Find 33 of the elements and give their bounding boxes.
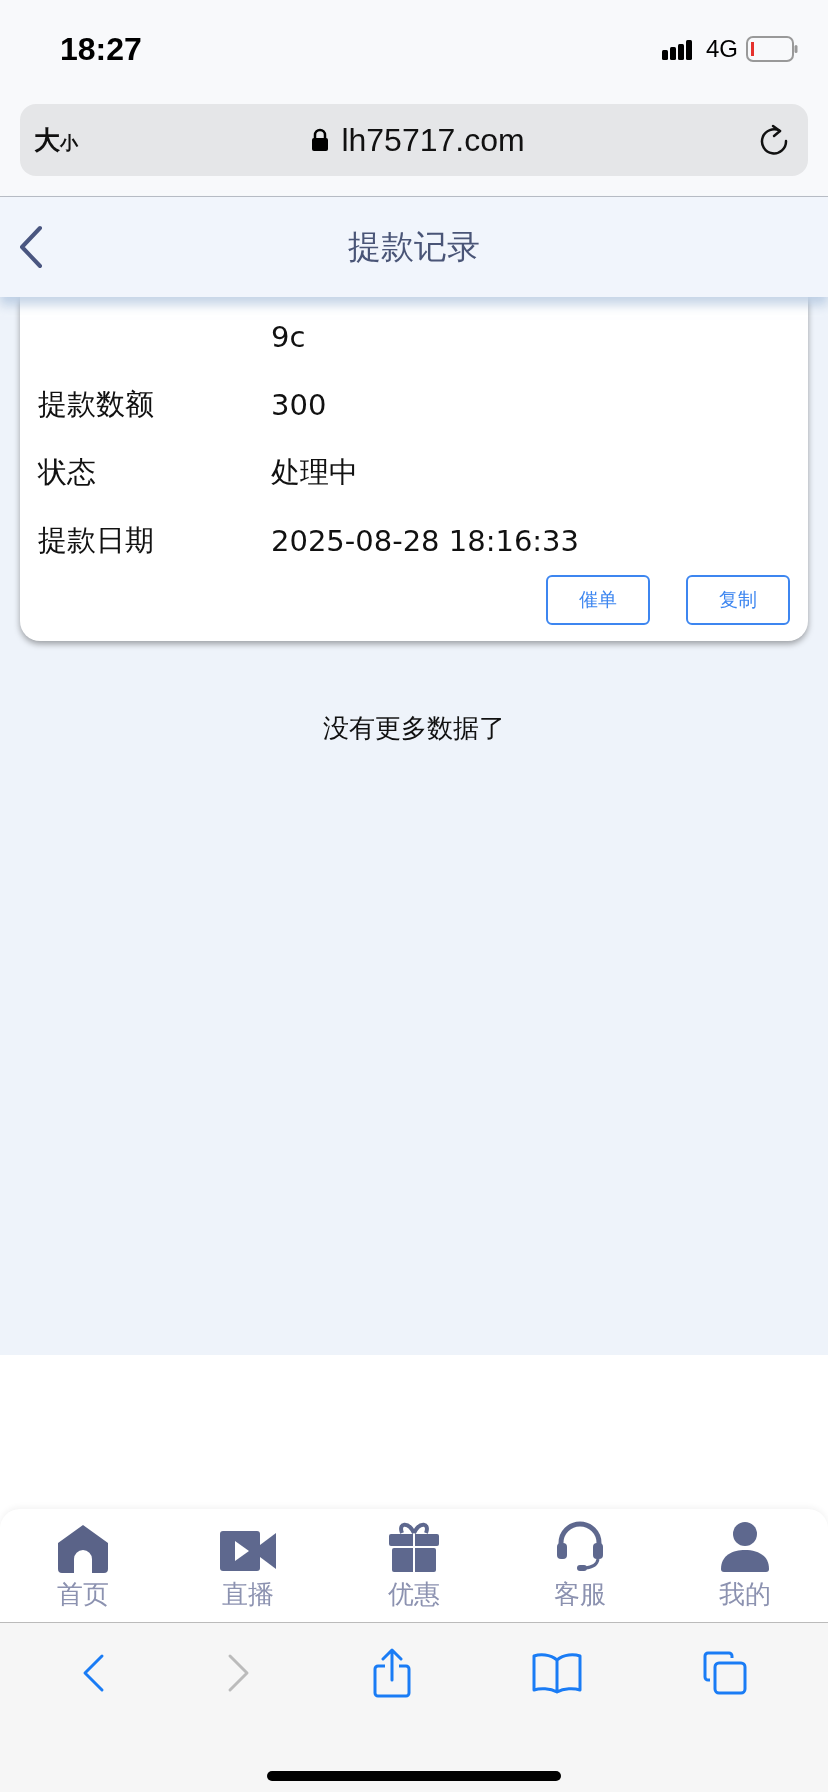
field-value: 9c bbox=[271, 320, 306, 354]
home-icon bbox=[55, 1522, 110, 1573]
url-text: lh75717.com bbox=[341, 121, 525, 159]
back-icon[interactable] bbox=[18, 225, 44, 269]
lock-icon bbox=[311, 128, 330, 152]
tab-item[interactable]: 我的 bbox=[685, 1513, 806, 1618]
gift-icon bbox=[388, 1520, 440, 1573]
battery-icon bbox=[746, 36, 798, 62]
tabs-icon[interactable] bbox=[702, 1650, 748, 1696]
video-camera-icon bbox=[219, 1528, 278, 1573]
headset-icon bbox=[554, 1520, 605, 1573]
tab-item[interactable]: 直播 bbox=[188, 1513, 309, 1618]
network-label: 4G bbox=[706, 35, 738, 63]
action-button[interactable]: 催单 bbox=[546, 575, 650, 625]
tab-item[interactable]: 首页 bbox=[22, 1513, 143, 1618]
address-bar[interactable]: 大小 lh75717.com bbox=[20, 104, 808, 176]
page-title: 提款记录 bbox=[348, 225, 480, 268]
person-icon bbox=[719, 1520, 772, 1573]
action-button[interactable]: 复制 bbox=[686, 575, 790, 625]
field-value: 300 bbox=[271, 388, 327, 422]
share-icon[interactable] bbox=[372, 1648, 412, 1698]
end-message: 没有更多数据了 bbox=[323, 712, 505, 745]
book-icon[interactable] bbox=[532, 1652, 582, 1694]
field-value: 处理中 bbox=[271, 454, 358, 491]
field-label: 提款日期 bbox=[38, 522, 155, 559]
field-value: 2025-08-28 18:16:33 bbox=[271, 524, 579, 558]
reload-icon[interactable] bbox=[758, 123, 790, 157]
field-label: 状态 bbox=[38, 454, 97, 491]
tab-item[interactable]: 客服 bbox=[519, 1513, 640, 1618]
text-size-button[interactable]: 大小 bbox=[34, 122, 78, 158]
status-time: 18:27 bbox=[60, 30, 142, 68]
tab-item[interactable]: 优惠 bbox=[354, 1513, 474, 1618]
field-label: 提款数额 bbox=[38, 386, 155, 423]
